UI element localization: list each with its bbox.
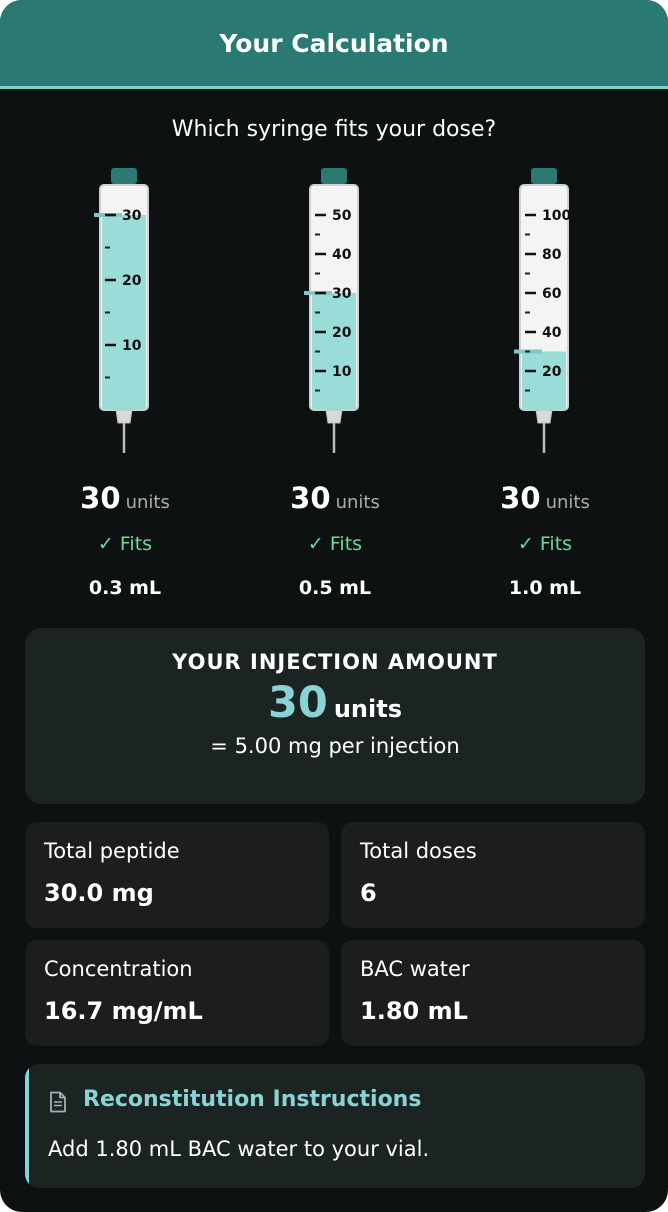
syringe-1-0ml-dose: 30 units <box>440 481 650 515</box>
stat-value: 30.0 mg <box>44 879 154 907</box>
injection-value: 30 <box>268 678 328 728</box>
stat-total-doses: Total doses 6 <box>341 822 645 928</box>
document-icon <box>49 1091 67 1117</box>
reconstitution-title: Reconstitution Instructions <box>83 1087 422 1112</box>
stat-value: 6 <box>360 879 377 907</box>
plunger-cap <box>531 168 557 184</box>
calculation-card: Your Calculation Which syringe fits your… <box>0 0 668 1212</box>
injection-amount-box: YOUR INJECTION AMOUNT 30 units = 5.00 mg … <box>25 628 645 804</box>
syringe-1-0ml-graphic: 100 80 60 40 20 <box>514 168 571 453</box>
syringe-0-5ml-capacity: 0.5 mL <box>298 577 372 599</box>
stat-total-peptide: Total peptide 30.0 mg <box>25 822 329 928</box>
injection-unit: units <box>333 695 402 723</box>
stat-value: 16.7 mg/mL <box>44 997 203 1025</box>
tick-label: 50 <box>332 208 352 224</box>
syringe-0-3ml-capacity: 0.3 mL <box>88 577 162 599</box>
syringe-0-3ml: 30 20 10 <box>20 165 230 460</box>
tick-label: 20 <box>332 325 352 341</box>
tick-label: 10 <box>122 338 142 354</box>
dose-number: 30 <box>290 481 331 515</box>
tick-label: 10 <box>332 364 352 380</box>
injection-subtitle: = 5.00 mg per injection <box>210 734 460 758</box>
dose-unit: units <box>125 492 170 513</box>
syringe-0-3ml-graphic: 30 20 10 <box>94 168 149 453</box>
header-title: Your Calculation <box>219 28 449 58</box>
stat-value: 1.80 mL <box>360 997 468 1025</box>
syringe-1-0ml-capacity: 1.0 mL <box>508 577 582 599</box>
tick-label: 40 <box>542 325 562 341</box>
stat-label: Total doses <box>360 839 477 863</box>
stat-label: Concentration <box>44 957 193 981</box>
stat-bac-water: BAC water 1.80 mL <box>341 940 645 1046</box>
stat-label: Total peptide <box>44 839 180 863</box>
needle-hub <box>325 409 343 424</box>
stat-concentration: Concentration 16.7 mg/mL <box>25 940 329 1046</box>
needle-hub <box>115 409 133 424</box>
tick-label: 60 <box>542 286 562 302</box>
tick-label: 40 <box>332 247 352 263</box>
injection-amount: 30 units <box>25 678 645 728</box>
tick-label: 20 <box>122 273 142 289</box>
syringe-0-5ml-graphic: 50 40 30 20 10 <box>304 168 359 453</box>
plunger-cap <box>111 168 137 184</box>
syringe-fill <box>522 351 566 409</box>
dose-number: 30 <box>80 481 121 515</box>
stat-label: BAC water <box>360 957 470 981</box>
accent-bar <box>25 1064 29 1188</box>
tick-label: 80 <box>542 247 562 263</box>
needle-hub <box>535 409 553 424</box>
plunger-cap <box>321 168 347 184</box>
tick-label: 30 <box>122 208 142 224</box>
tick-label: 100 <box>542 208 571 224</box>
dose-unit: units <box>335 492 380 513</box>
reconstitution-instructions: Reconstitution Instructions Add 1.80 mL … <box>25 1064 645 1188</box>
dose-number: 30 <box>500 481 541 515</box>
syringe-1-0ml: 100 80 60 40 20 <box>440 165 650 460</box>
injection-title: YOUR INJECTION AMOUNT <box>172 650 498 674</box>
dose-unit: units <box>545 492 590 513</box>
card-header: Your Calculation <box>0 0 668 89</box>
syringe-0-3ml-status: ✓ Fits <box>97 533 153 555</box>
syringe-0-5ml: 50 40 30 20 10 <box>230 165 440 460</box>
syringe-0-5ml-status: ✓ Fits <box>307 533 363 555</box>
syringe-0-3ml-dose: 30 units <box>20 481 230 515</box>
tick-label: 30 <box>332 286 352 302</box>
syringe-question: Which syringe fits your dose? <box>171 117 497 142</box>
syringe-1-0ml-status: ✓ Fits <box>517 533 573 555</box>
syringe-0-5ml-dose: 30 units <box>230 481 440 515</box>
tick-label: 20 <box>542 364 562 380</box>
reconstitution-text: Add 1.80 mL BAC water to your vial. <box>48 1137 430 1161</box>
